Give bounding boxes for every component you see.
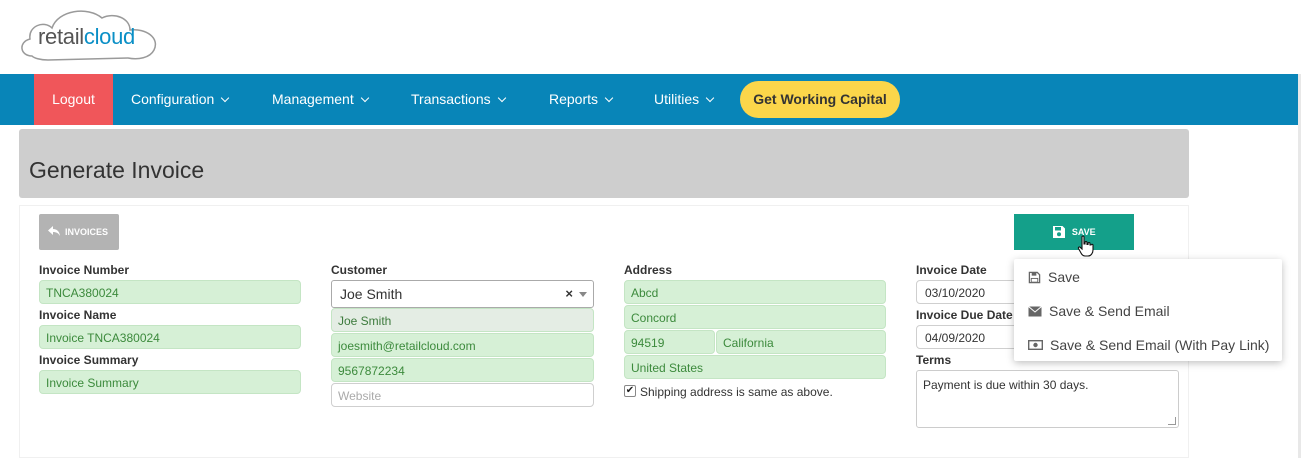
nav-utilities-label: Utilities [654, 91, 700, 107]
customer-name-field[interactable]: Joe Smith [331, 308, 594, 332]
terms-label: Terms [916, 353, 952, 367]
terms-text: Payment is due within 30 days. [923, 378, 1089, 392]
terms-textarea[interactable]: Payment is due within 30 days. [916, 370, 1179, 428]
nav-reports[interactable]: Reports [549, 74, 614, 125]
money-icon [1028, 340, 1043, 351]
dropdown-caret-icon[interactable] [579, 292, 587, 297]
nav-reports-label: Reports [549, 91, 599, 107]
invoice-summary-field[interactable]: Invoice Summary [39, 370, 301, 394]
back-button-label: INVOICES [65, 227, 109, 237]
customer-select[interactable]: Joe Smith × [331, 280, 594, 308]
nav-configuration-label: Configuration [131, 91, 215, 107]
nav-utilities[interactable]: Utilities [654, 74, 715, 125]
get-working-capital-button[interactable]: Get Working Capital [740, 81, 900, 118]
menu-item-save[interactable]: Save [1028, 267, 1080, 287]
invoice-name-label: Invoice Name [39, 308, 117, 322]
logout-button[interactable]: Logout [34, 74, 113, 125]
address-city-field[interactable]: Concord [624, 305, 886, 329]
clear-selection-icon[interactable]: × [565, 281, 573, 307]
chevron-down-icon [360, 93, 369, 103]
customer-phone-field[interactable]: 9567872234 [331, 358, 594, 382]
invoice-due-date-label: Invoice Due Date [916, 308, 1013, 322]
customer-label: Customer [331, 263, 388, 277]
logo-text-retail: retail [38, 24, 84, 49]
menu-item-save-send-email[interactable]: Save & Send Email [1028, 301, 1170, 321]
invoice-summary-label: Invoice Summary [39, 353, 139, 367]
retailcloud-logo[interactable]: retailcloud [18, 4, 160, 64]
menu-item-save-label: Save [1048, 269, 1080, 285]
chevron-down-icon [604, 93, 614, 103]
chevron-down-icon [705, 93, 715, 103]
main-nav-bar: Logout Configuration Management Transact… [0, 74, 1301, 125]
address-country-field[interactable]: United States [624, 355, 886, 379]
same-shipping-checkbox[interactable]: ✔ [624, 385, 636, 397]
page-title: Generate Invoice [29, 157, 205, 183]
nav-management[interactable]: Management [272, 74, 369, 125]
address-zip-field[interactable]: 94519 [624, 330, 715, 354]
back-to-invoices-button[interactable]: INVOICES [39, 214, 119, 250]
nav-transactions[interactable]: Transactions [411, 74, 506, 125]
address-label: Address [624, 263, 673, 277]
invoice-number-label: Invoice Number [39, 263, 130, 277]
envelope-icon [1028, 305, 1042, 317]
resize-grip-icon[interactable] [1168, 417, 1176, 425]
address-state-field[interactable]: California [716, 330, 886, 354]
invoice-date-label: Invoice Date [916, 263, 987, 277]
menu-item-save-send-pay-link[interactable]: Save & Send Email (With Pay Link) [1028, 335, 1269, 355]
menu-item-save-send-email-label: Save & Send Email [1049, 303, 1170, 319]
customer-email-field[interactable]: joesmith@retailcloud.com [331, 333, 594, 357]
save-icon [1028, 271, 1041, 284]
customer-website-field[interactable]: Website [331, 383, 594, 407]
invoice-number-field[interactable]: TNCA380024 [39, 280, 301, 304]
logo-wordmark: retailcloud [38, 24, 135, 50]
chevron-down-icon [497, 93, 506, 103]
page-header: Generate Invoice [19, 129, 1189, 198]
menu-item-save-send-pay-link-label: Save & Send Email (With Pay Link) [1050, 337, 1270, 353]
save-button[interactable]: SAVE [1014, 214, 1134, 250]
nav-configuration[interactable]: Configuration [131, 74, 230, 125]
customer-selected-value: Joe Smith [340, 286, 403, 302]
save-options-menu: Save Save & Send Email Save & Send Email… [1014, 259, 1282, 361]
nav-management-label: Management [272, 91, 354, 107]
logo-text-cloud: cloud [83, 24, 135, 49]
floppy-disk-icon [1053, 225, 1066, 238]
invoice-name-field[interactable]: Invoice TNCA380024 [39, 325, 301, 349]
same-shipping-label: Shipping address is same as above. [640, 385, 833, 399]
reply-arrow-icon [48, 226, 60, 236]
hand-pointer-cursor-icon [1077, 235, 1094, 257]
nav-transactions-label: Transactions [411, 91, 491, 107]
chevron-down-icon [221, 93, 230, 103]
address-line1-field[interactable]: Abcd [624, 280, 886, 304]
